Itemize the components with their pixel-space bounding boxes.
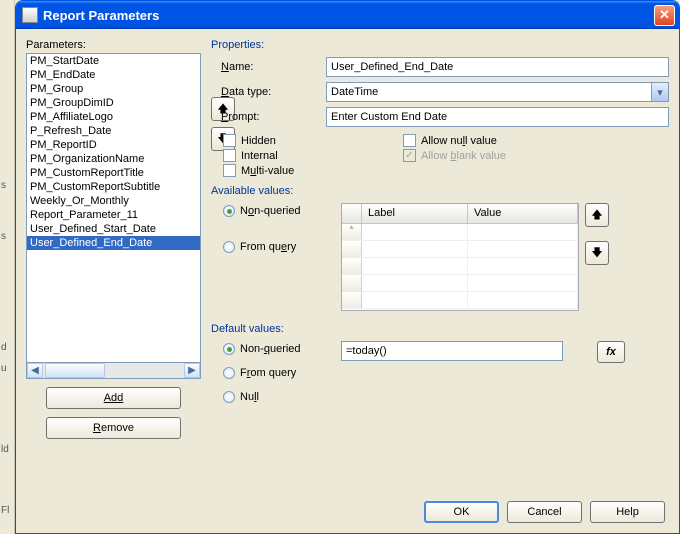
window-title: Report Parameters <box>43 8 159 23</box>
ok-button[interactable]: OK <box>424 501 499 523</box>
table-row[interactable]: * <box>342 224 578 241</box>
avail-fromquery-radio[interactable] <box>223 241 235 253</box>
avail-nonqueried-label: Non-queried <box>240 205 301 217</box>
list-item[interactable]: User_Defined_Start_Date <box>27 222 200 236</box>
chevron-down-icon: ▾ <box>651 83 668 101</box>
def-null-radio[interactable] <box>223 391 235 403</box>
datatype-label: Data type: <box>211 86 326 98</box>
prompt-label: Prompt: <box>211 111 326 123</box>
app-icon <box>22 7 38 23</box>
allow-blank-label: Allow blank value <box>421 150 506 162</box>
default-values-section-label: Default values: <box>211 323 669 335</box>
grid-label-header: Label <box>362 204 468 223</box>
list-item[interactable]: PM_CustomReportTitle <box>27 166 200 180</box>
add-button[interactable]: Add <box>46 387 181 409</box>
grid-value-header: Value <box>468 204 578 223</box>
list-item[interactable]: PM_GroupDimID <box>27 96 200 110</box>
def-null-label: Null <box>240 391 259 403</box>
def-nonqueried-label: Non-queried <box>240 343 301 355</box>
properties-section-label: Properties: <box>211 39 669 51</box>
list-item[interactable]: PM_StartDate <box>27 54 200 68</box>
list-item[interactable]: PM_EndDate <box>27 68 200 82</box>
remove-button[interactable]: Remove <box>46 417 181 439</box>
list-item[interactable]: User_Defined_End_Date <box>27 236 200 250</box>
internal-label: Internal <box>241 150 278 162</box>
list-item[interactable]: PM_AffiliateLogo <box>27 110 200 124</box>
scroll-right-arrow-icon[interactable]: ▶ <box>184 363 200 378</box>
arrow-up-icon: 🡅 <box>591 206 602 225</box>
default-value-input[interactable] <box>341 341 563 361</box>
def-fromquery-label: From query <box>240 367 296 379</box>
list-item[interactable]: PM_ReportID <box>27 138 200 152</box>
grid-move-up-button[interactable]: 🡅 <box>585 203 609 227</box>
avail-nonqueried-radio[interactable] <box>223 205 235 217</box>
close-icon: ✕ <box>659 7 670 23</box>
list-item[interactable]: P_Refresh_Date <box>27 124 200 138</box>
expression-builder-button[interactable]: fx <box>597 341 625 363</box>
list-item[interactable]: PM_OrganizationName <box>27 152 200 166</box>
dialog-window: Report Parameters ✕ Parameters: PM_Start… <box>15 0 680 534</box>
list-item[interactable]: Report_Parameter_11 <box>27 208 200 222</box>
grid-move-down-button[interactable]: 🡇 <box>585 241 609 265</box>
help-button[interactable]: Help <box>590 501 665 523</box>
datatype-select[interactable]: DateTime ▾ <box>326 82 669 102</box>
hidden-label: Hidden <box>241 135 276 147</box>
prompt-input[interactable] <box>326 107 669 127</box>
name-input[interactable] <box>326 57 669 77</box>
avail-fromquery-label: From query <box>240 241 296 253</box>
def-nonqueried-radio[interactable] <box>223 343 235 355</box>
scroll-thumb[interactable] <box>45 363 105 378</box>
available-values-section-label: Available values: <box>211 185 669 197</box>
list-item[interactable]: PM_CustomReportSubtitle <box>27 180 200 194</box>
arrow-down-icon: 🡇 <box>591 244 602 263</box>
hidden-checkbox[interactable] <box>223 134 236 147</box>
titlebar[interactable]: Report Parameters ✕ <box>16 1 679 29</box>
allow-null-label: Allow null value <box>421 135 497 147</box>
list-item[interactable]: PM_Group <box>27 82 200 96</box>
multivalue-checkbox[interactable] <box>223 164 236 177</box>
parameters-label: Parameters: <box>26 39 201 51</box>
multivalue-label: Multi-value <box>241 165 294 177</box>
background-window-strip: s s d u ld Fl <box>0 0 15 534</box>
list-item[interactable]: Weekly_Or_Monthly <box>27 194 200 208</box>
allow-null-checkbox[interactable] <box>403 134 416 147</box>
parameters-listbox[interactable]: PM_StartDatePM_EndDatePM_GroupPM_GroupDi… <box>26 53 201 363</box>
available-values-grid[interactable]: Label Value * <box>341 203 579 311</box>
fx-icon: fx <box>606 346 616 358</box>
scroll-left-arrow-icon[interactable]: ◀ <box>27 363 43 378</box>
def-fromquery-radio[interactable] <box>223 367 235 379</box>
cancel-button[interactable]: Cancel <box>507 501 582 523</box>
allow-blank-checkbox: ✓ <box>403 149 416 162</box>
internal-checkbox[interactable] <box>223 149 236 162</box>
name-label: Name: <box>211 61 326 73</box>
close-button[interactable]: ✕ <box>654 5 675 26</box>
listbox-hscrollbar[interactable]: ◀ ▶ <box>26 363 201 379</box>
